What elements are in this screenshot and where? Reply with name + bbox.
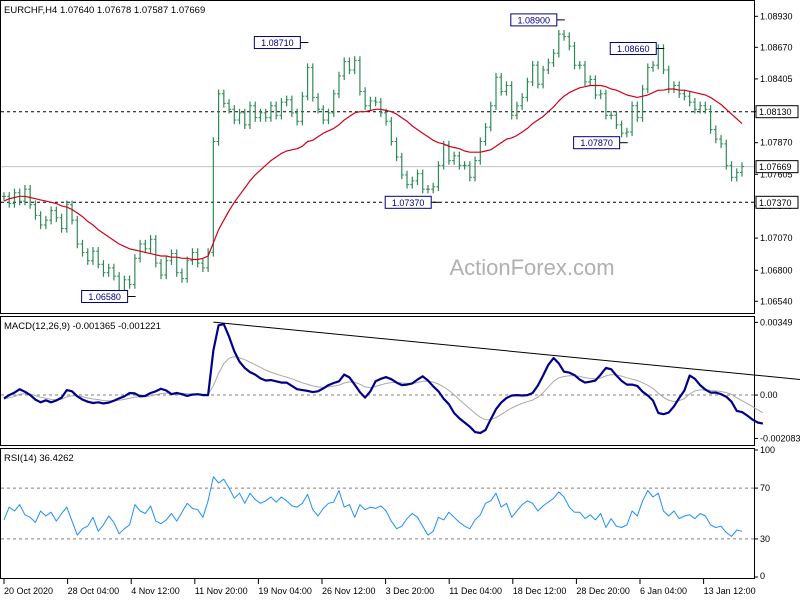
x-tick-label: 20 Oct 2020 — [4, 586, 53, 596]
price-level-label: 1.07370 — [755, 195, 799, 209]
price-y-tick-label: 1.07870 — [760, 138, 793, 148]
price-annotation: 1.07370 — [384, 195, 440, 209]
x-tick-label: 3 Dec 20:00 — [386, 586, 435, 596]
x-tick-label: 26 Nov 12:00 — [322, 586, 376, 596]
x-tick-label: 6 Jan 04:00 — [640, 586, 687, 596]
last-price-label: 1.07669 — [755, 160, 799, 174]
x-tick-label: 28 Dec 20:00 — [576, 586, 630, 596]
price-annotation: 1.07870 — [573, 136, 628, 150]
price-y-tick-label: 1.06800 — [760, 265, 793, 275]
price-y-tick-label: 1.08670 — [760, 42, 793, 52]
x-tick-label: 11 Nov 20:00 — [195, 586, 248, 596]
forex-chart: ActionForex.com EURCHF,H4 1.07640 1.0767… — [0, 0, 800, 600]
price-level-label-text: 1.07370 — [759, 198, 792, 208]
price-annotation: 1.08900 — [510, 13, 565, 27]
rsi-y-tick-label: 30 — [760, 534, 770, 544]
x-tick-label: 19 Nov 04:00 — [258, 586, 312, 596]
price-annotation-label: 1.08710 — [261, 38, 294, 48]
watermark-text: ActionForex.com — [449, 255, 614, 280]
macd-y-tick-label: 0.00349 — [760, 317, 793, 327]
price-y-tick-label: 1.08930 — [760, 11, 793, 21]
price-y-tick-label: 1.08405 — [760, 74, 793, 84]
price-annotation-label: 1.07370 — [392, 198, 425, 208]
rsi-y-tick-label: 70 — [760, 483, 770, 493]
price-level-label-text: 1.08130 — [759, 107, 792, 117]
price-annotation-label: 1.06580 — [88, 292, 121, 302]
x-tick-label: 18 Dec 12:00 — [513, 586, 567, 596]
price-panel-header: EURCHF,H4 1.07640 1.07678 1.07587 1.0766… — [4, 5, 205, 16]
price-y-tick-label: 1.06540 — [760, 296, 793, 306]
rsi-panel — [0, 448, 755, 579]
price-annotation-label: 1.08660 — [617, 44, 650, 54]
price-level-label: 1.08130 — [755, 105, 799, 119]
last-price-label-text: 1.07669 — [759, 162, 792, 172]
macd-panel-header: MACD(12,26,9) -0.001365 -0.001221 — [4, 321, 161, 332]
chart-svg: ActionForex.com EURCHF,H4 1.07640 1.0767… — [0, 0, 800, 596]
x-tick-label: 13 Jan 12:00 — [704, 586, 756, 596]
price-annotation: 1.08660 — [609, 42, 665, 55]
rsi-panel-header: RSI(14) 36.4262 — [4, 453, 74, 464]
price-annotation: 1.06580 — [81, 290, 136, 303]
price-y-tick-label: 1.07070 — [760, 233, 793, 243]
x-tick-label: 4 Nov 12:00 — [131, 586, 180, 596]
macd-y-tick-label: -0.002083 — [760, 433, 800, 443]
rsi-y-tick-label: 100 — [760, 445, 775, 455]
price-annotation-label: 1.07870 — [580, 138, 613, 148]
price-annotation-label: 1.08900 — [518, 15, 551, 25]
price-annotation: 1.08710 — [253, 36, 309, 50]
x-tick-label: 11 Dec 04:00 — [449, 586, 502, 596]
rsi-y-tick-label: 0 — [760, 571, 765, 581]
macd-y-tick-label: 0.00 — [760, 390, 778, 400]
x-tick-label: 28 Oct 04:00 — [68, 586, 120, 596]
